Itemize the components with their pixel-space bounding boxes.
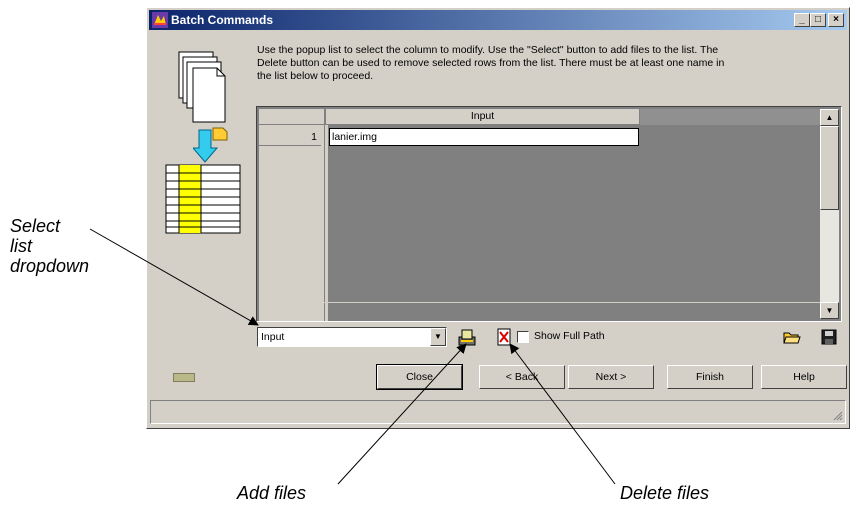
table-bottom-line <box>259 302 820 303</box>
annotation-line-2: list <box>10 236 32 256</box>
delete-files-icon[interactable] <box>497 328 511 346</box>
status-bar <box>150 400 846 424</box>
maximize-button[interactable]: □ <box>810 13 826 27</box>
column-select-dropdown[interactable]: Input ▼ <box>257 327 447 347</box>
add-files-icon[interactable] <box>458 328 476 346</box>
header-filler <box>640 109 820 125</box>
title-bar[interactable]: Batch Commands _ □ × <box>149 10 847 30</box>
row-header-column <box>259 125 325 321</box>
table-cell-input[interactable]: lanier.img <box>329 128 639 146</box>
add-files-annotation: Add files <box>237 483 307 503</box>
show-full-path-checkbox[interactable] <box>517 331 529 343</box>
table-corner-header <box>259 109 325 125</box>
status-indicator <box>173 373 195 382</box>
close-button[interactable]: Close <box>376 364 463 390</box>
resize-grip-icon[interactable] <box>833 411 843 421</box>
finish-button[interactable]: Finish <box>667 365 753 389</box>
document-stack-icon <box>178 51 226 123</box>
minimize-button[interactable]: _ <box>794 13 810 27</box>
table-grid-icon <box>165 164 241 234</box>
scroll-thumb[interactable] <box>820 126 839 210</box>
app-icon <box>152 12 168 28</box>
annotation-line-3: dropdown <box>10 256 90 276</box>
column-divider <box>325 125 328 321</box>
annotation-line-1: Select <box>10 216 61 236</box>
import-arrow-icon <box>193 127 228 163</box>
input-column-header[interactable]: Input <box>326 109 640 125</box>
open-folder-icon[interactable] <box>783 329 801 345</box>
row-number[interactable]: 1 <box>259 128 321 146</box>
scroll-up-button[interactable]: ▲ <box>820 109 839 126</box>
show-full-path-label[interactable]: Show Full Path <box>534 329 605 344</box>
help-button[interactable]: Help <box>761 365 847 389</box>
save-disk-icon[interactable] <box>821 329 837 345</box>
vertical-scrollbar[interactable]: ▲ ▼ <box>820 109 839 319</box>
next-button[interactable]: Next > <box>568 365 654 389</box>
select-list-dropdown-annotation: Select list dropdown <box>10 216 140 276</box>
instructions-text: Use the popup list to select the column … <box>257 44 725 82</box>
back-button[interactable]: < Back <box>479 365 565 389</box>
column-select-value: Input <box>261 331 285 343</box>
scroll-down-button[interactable]: ▼ <box>820 302 839 319</box>
batch-commands-window: Batch Commands _ □ × Use the popup list … <box>146 7 850 429</box>
close-window-button[interactable]: × <box>828 13 844 27</box>
file-table[interactable]: Input 1 lanier.img ▲ ▼ <box>256 106 842 322</box>
window-title: Batch Commands <box>171 13 274 27</box>
chevron-down-icon[interactable]: ▼ <box>430 328 446 346</box>
delete-files-annotation: Delete files <box>620 483 710 503</box>
